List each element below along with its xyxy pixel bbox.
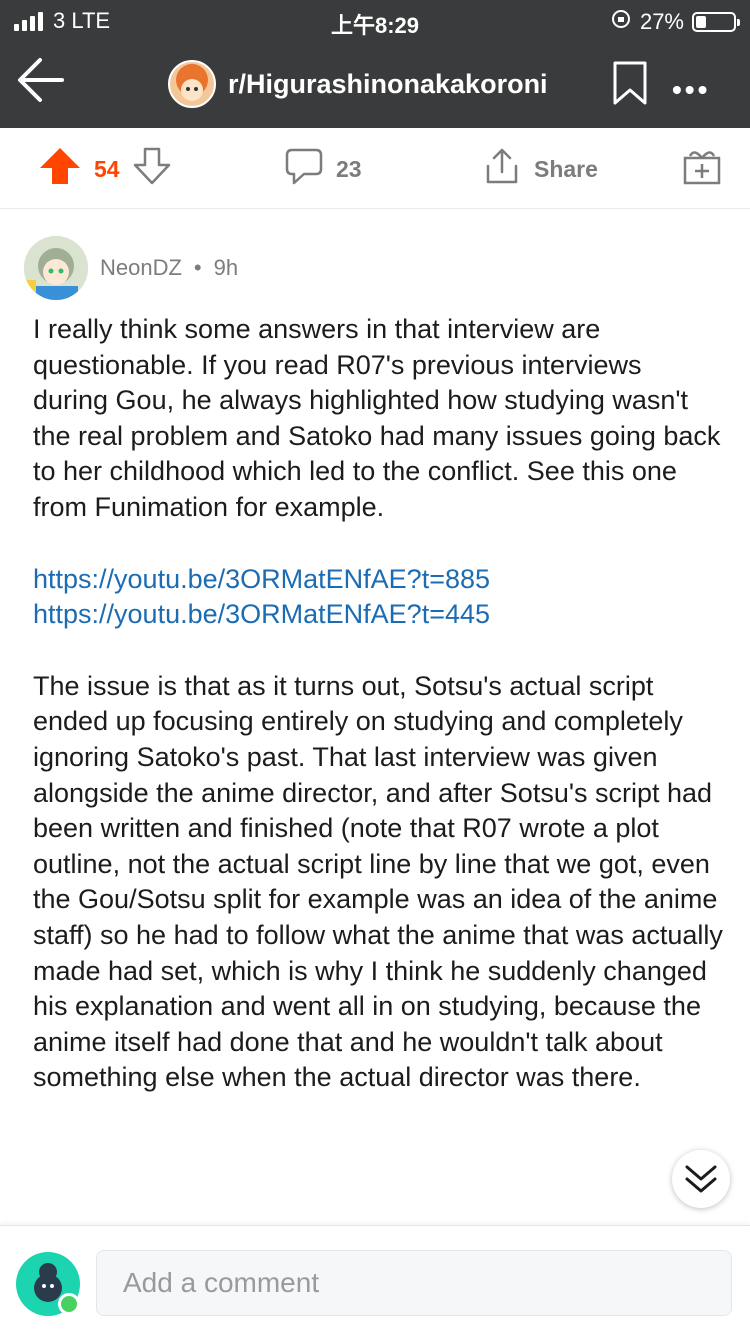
subreddit-name: r/Higurashinonakakoroni <box>228 68 548 99</box>
add-comment-input[interactable] <box>96 1250 732 1316</box>
battery-percent: 27% <box>639 9 684 34</box>
gift-icon <box>682 146 722 192</box>
comment-age: 9h <box>213 255 239 280</box>
comments-button[interactable]: 23 <box>284 146 362 192</box>
collapse-thread-button[interactable] <box>672 1150 730 1208</box>
comment-paragraph: The issue is that as it turns out, Sotsu… <box>33 670 723 1093</box>
comment-count: 23 <box>336 155 362 182</box>
author-avatar[interactable] <box>24 236 88 300</box>
downvote-icon[interactable] <box>132 146 172 192</box>
vote-group: 54 <box>38 146 172 192</box>
post-actions-bar: 54 23 Share <box>0 128 750 209</box>
author-name[interactable]: NeonDZ <box>100 255 182 281</box>
double-chevron-down-icon <box>672 1165 730 1212</box>
comment-body: I really think some answers in that inte… <box>33 312 723 1132</box>
meta-separator: • <box>193 255 202 280</box>
upvote-icon[interactable] <box>38 146 82 192</box>
share-icon <box>482 146 522 192</box>
award-button[interactable] <box>682 146 722 192</box>
battery-icon <box>692 12 740 32</box>
more-options-icon[interactable]: ••• <box>672 74 710 106</box>
bookmark-icon[interactable] <box>612 60 648 106</box>
back-arrow-icon[interactable] <box>14 54 66 106</box>
share-label: Share <box>534 155 598 182</box>
comment-composer <box>0 1225 750 1335</box>
comment-icon <box>284 146 324 192</box>
comment-header: NeonDZ • 9h <box>24 236 238 300</box>
subreddit-link[interactable]: r/Higurashinonakakoroni <box>168 60 548 108</box>
top-header: 3 LTE 上午8:29 27% r/Higurashinonakakoroni… <box>0 0 750 128</box>
share-button[interactable]: Share <box>482 146 598 192</box>
online-status-dot <box>58 1293 80 1315</box>
youtube-links[interactable]: https://youtu.be/3ORMatENfAE?t=885 https… <box>33 564 490 630</box>
rotation-lock-icon <box>610 8 632 36</box>
comment-paragraph: I really think some answers in that inte… <box>33 314 721 522</box>
nav-bar: r/Higurashinonakakoroni ••• <box>0 50 750 120</box>
subreddit-avatar <box>168 60 216 108</box>
status-bar: 3 LTE 上午8:29 27% <box>0 0 750 40</box>
vote-count: 54 <box>94 155 120 182</box>
